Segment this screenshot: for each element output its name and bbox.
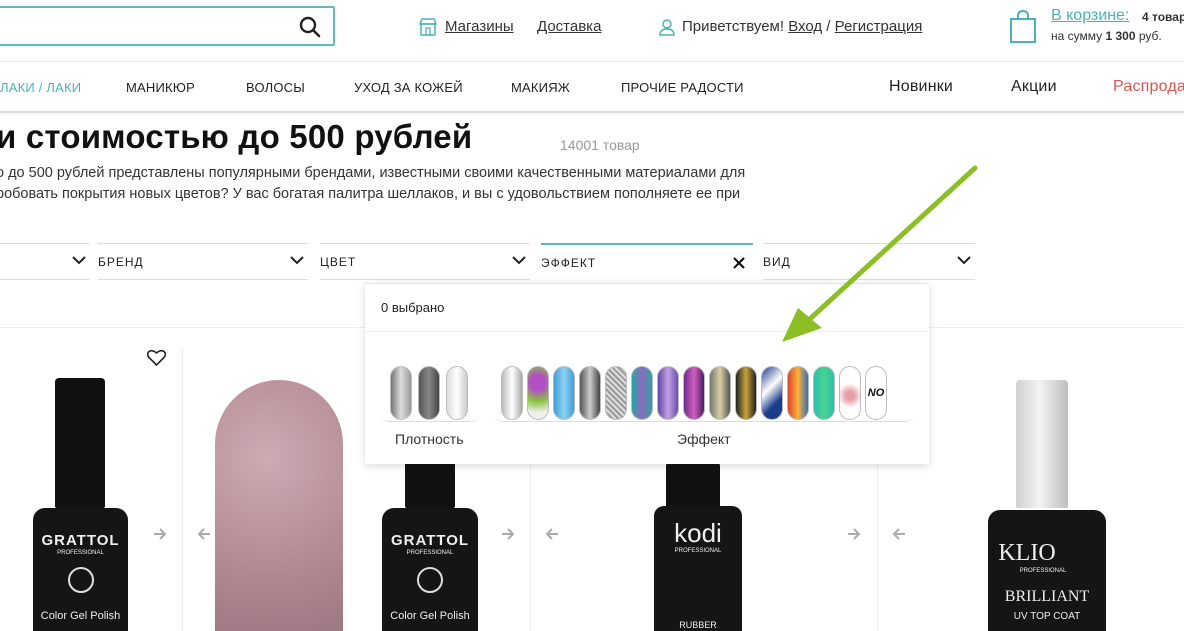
- product-subname: UV TOP COAT: [1013, 611, 1081, 622]
- search-icon[interactable]: [299, 16, 321, 38]
- annotation-arrow: [782, 165, 978, 342]
- filter-brand[interactable]: БРЕНД: [98, 243, 308, 280]
- product-brand: GRATTOL: [390, 532, 470, 549]
- swatch-effect-pattern[interactable]: [761, 366, 783, 420]
- nav-item-skincare[interactable]: УХОД ЗА КОЖЕЙ: [354, 80, 463, 95]
- nav-top-divider: [0, 61, 1184, 62]
- effect-label: Эффект: [677, 431, 731, 447]
- product-brand-sub: PROFESSIONAL: [57, 550, 104, 556]
- nav-item-new[interactable]: Новинки: [889, 78, 953, 96]
- arrow-right-icon[interactable]: [501, 528, 515, 540]
- nav-item-sale[interactable]: Распрода: [1113, 78, 1184, 96]
- arrow-left-icon[interactable]: [892, 528, 906, 540]
- product-brand-sub: PROFESSIONAL: [406, 550, 454, 556]
- swatch-density-1[interactable]: [390, 366, 412, 420]
- filter-label: ЭФФЕКТ: [541, 256, 597, 270]
- cart-sum: на сумму 1 300 руб.: [1051, 29, 1162, 43]
- density-label: Плотность: [395, 431, 464, 447]
- category-description: о до 500 рублей представлены популярными…: [0, 163, 796, 205]
- swatch-effect-jelly[interactable]: [813, 366, 835, 420]
- card-divider: [182, 348, 183, 631]
- nav-item-manicure[interactable]: МАНИКЮР: [126, 80, 195, 95]
- swatch-density-2[interactable]: [418, 366, 440, 420]
- product-name: BRILLIANT: [1004, 588, 1090, 605]
- description-line: робовать покрытия новых цветов? У вас бо…: [0, 186, 741, 202]
- nav-item-makeup[interactable]: МАКИЯЖ: [511, 80, 570, 95]
- arrow-right-icon[interactable]: [153, 528, 167, 540]
- nav-item-promo[interactable]: Акции: [1011, 78, 1057, 96]
- swatch-effect-gold-dark[interactable]: [735, 366, 757, 420]
- swatch-effect-metal[interactable]: [579, 366, 601, 420]
- selected-count: 0 выбрано: [381, 300, 445, 315]
- swatch-effect-stickers[interactable]: [527, 366, 549, 420]
- bottle-cap: [55, 378, 105, 508]
- product-name: Color Gel Polish: [390, 610, 470, 622]
- nav-bottom-divider: [0, 111, 1184, 113]
- cart-bag-icon[interactable]: [1009, 10, 1037, 44]
- swatch-effect-multicolor[interactable]: [787, 366, 809, 420]
- swatch-effect-cat-eye-gold[interactable]: [709, 366, 731, 420]
- nav-item-hair[interactable]: ВОЛОСЫ: [246, 80, 305, 95]
- chevron-down-icon: [512, 256, 526, 265]
- product-brand: GRATTOL: [41, 532, 120, 549]
- arrow-left-icon[interactable]: [545, 528, 559, 540]
- cart-sum-value: 1 300: [1105, 29, 1136, 43]
- product-brand: kodi: [674, 518, 722, 548]
- close-icon[interactable]: [733, 257, 745, 269]
- search-input[interactable]: [0, 6, 335, 46]
- filter-first[interactable]: [0, 243, 90, 280]
- login-link[interactable]: Вход: [788, 18, 822, 35]
- bottle-cap: [666, 462, 720, 508]
- store-icon: [419, 18, 437, 36]
- brand-logo: [417, 567, 443, 593]
- product-image-nail[interactable]: [215, 380, 343, 631]
- greeting: Приветствуем! Вход / Регистрация: [682, 18, 922, 35]
- cart-link[interactable]: В корзине:: [1051, 7, 1129, 25]
- page-title: и стоимостью до 500 рублей: [0, 118, 473, 155]
- greeting-text: Приветствуем!: [682, 18, 785, 35]
- filter-color[interactable]: ЦВЕТ: [320, 243, 530, 280]
- filter-effect[interactable]: ЭФФЕКТ: [541, 243, 753, 280]
- swatch-effect-none[interactable]: NO: [865, 366, 887, 420]
- user-icon: [659, 19, 675, 36]
- product-brand-sub: PROFESSIONAL: [674, 548, 722, 554]
- swatch-effect-glitter[interactable]: [605, 366, 627, 420]
- product-count: 14001 товар: [560, 137, 640, 153]
- filter-label: БРЕНД: [98, 255, 144, 269]
- cart-sum-prefix: на сумму: [1051, 29, 1103, 43]
- arrow-left-icon[interactable]: [197, 528, 211, 540]
- nav-item-other[interactable]: ПРОЧИЕ РАДОСТИ: [621, 80, 744, 95]
- product-name: Color Gel Polish: [40, 610, 121, 622]
- chevron-down-icon: [290, 256, 304, 265]
- swatch-effect-holo[interactable]: [631, 366, 653, 420]
- delivery-link[interactable]: Доставка: [537, 18, 601, 35]
- chevron-down-icon: [72, 256, 86, 265]
- product-brand: KLIO: [998, 540, 1056, 566]
- description-line: о до 500 рублей представлены популярными…: [0, 165, 746, 181]
- swatch-effect-holo-blue[interactable]: [553, 366, 575, 420]
- swatch-effect-art[interactable]: [839, 366, 861, 420]
- product-name: RUBBER: [679, 620, 717, 630]
- swatch-effect-pearl[interactable]: [657, 366, 679, 420]
- product-brand-sub: PROFESSIONAL: [1019, 568, 1067, 574]
- heart-icon[interactable]: [147, 349, 166, 366]
- swatch-density-3[interactable]: [446, 366, 468, 420]
- arrow-right-icon[interactable]: [847, 528, 861, 540]
- swatch-effect-chrome[interactable]: [501, 366, 523, 420]
- swatch-effect-cat-eye-violet[interactable]: [683, 366, 705, 420]
- nav-item-laki[interactable]: ЛАКИ / ЛАКИ: [0, 80, 81, 95]
- filter-label: ЦВЕТ: [320, 255, 357, 269]
- register-link[interactable]: Регистрация: [835, 18, 923, 35]
- brand-logo: [68, 567, 94, 593]
- no-effect-label: NO: [867, 387, 885, 399]
- bottle-cap: [1016, 380, 1068, 508]
- stores-link[interactable]: Магазины: [445, 18, 514, 35]
- cart-sum-suffix: руб.: [1138, 29, 1162, 43]
- auth-separator: /: [826, 18, 831, 35]
- cart-count: 4 товар: [1142, 10, 1184, 24]
